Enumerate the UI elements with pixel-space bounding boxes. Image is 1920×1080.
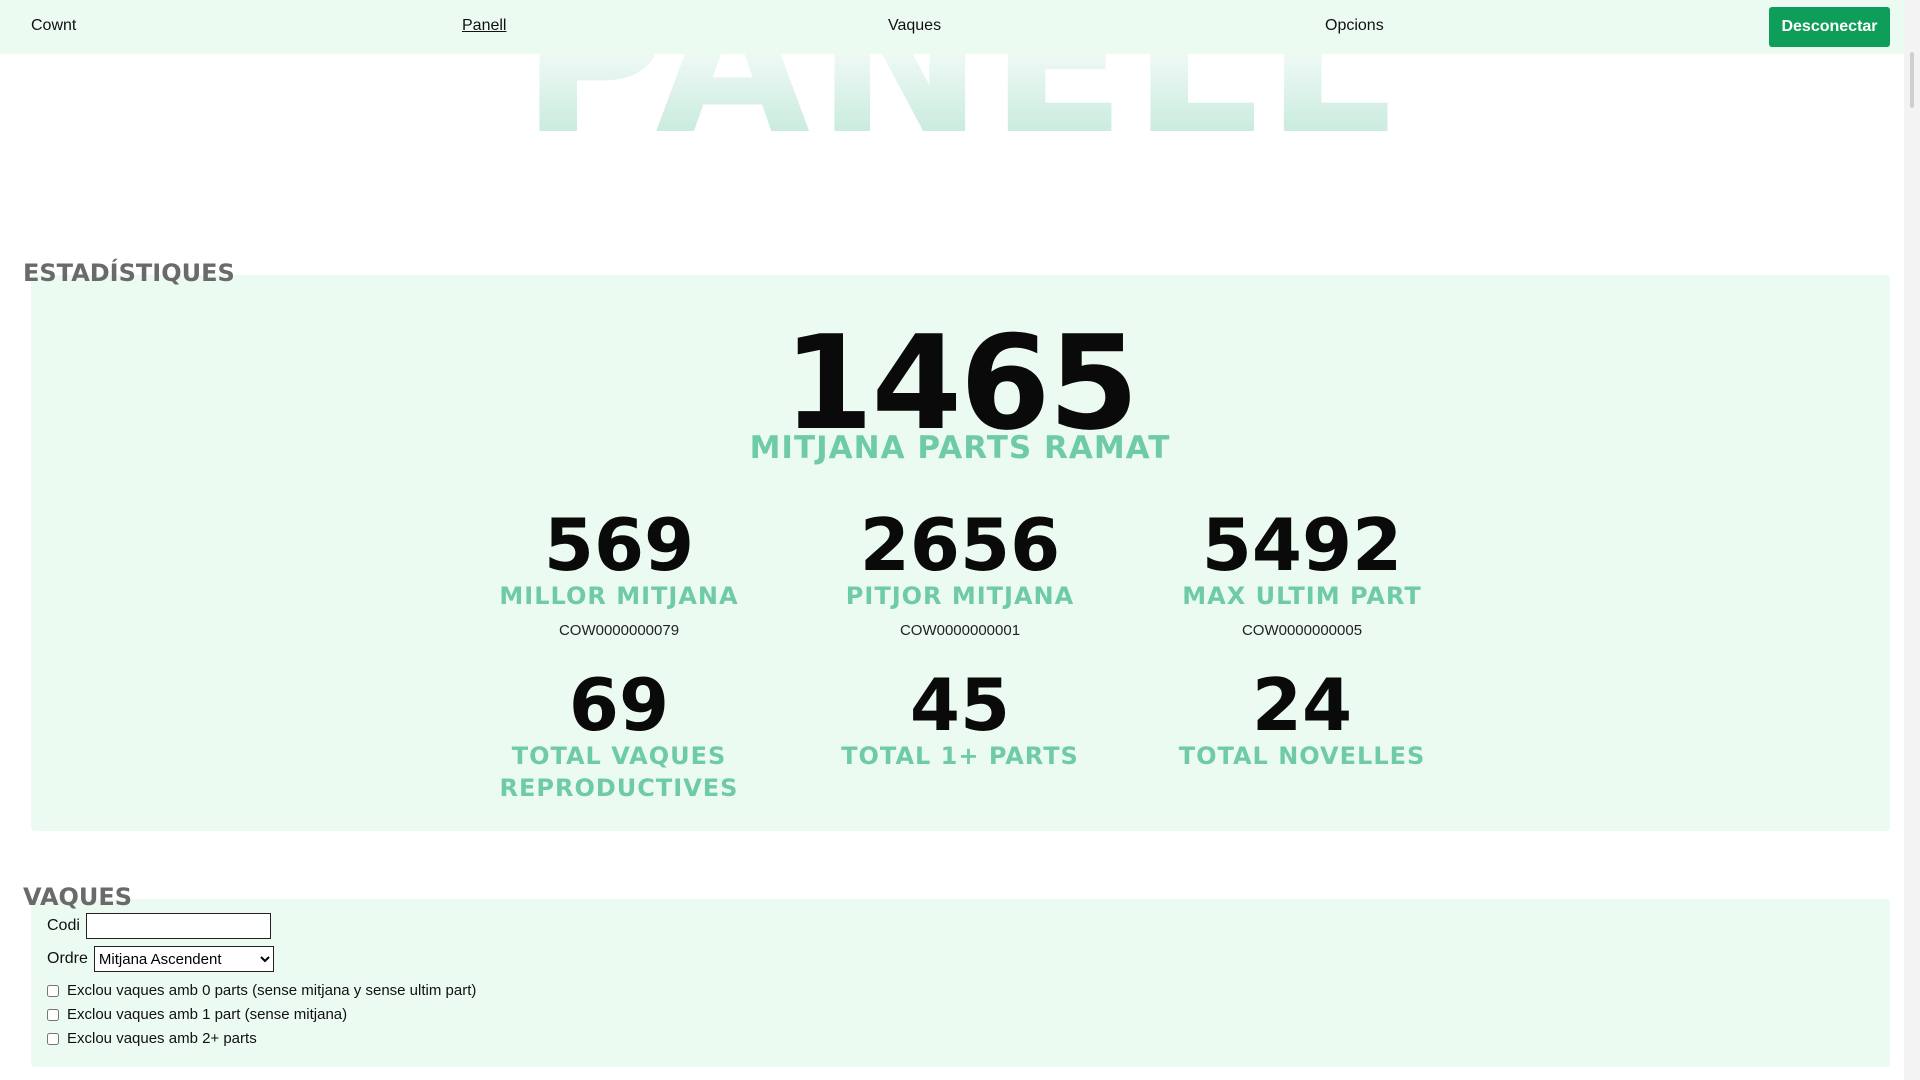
exclude-2plus-parts-checkbox[interactable] (47, 1032, 59, 1045)
exclude-0-parts-checkbox[interactable] (47, 984, 59, 997)
order-field-row: Ordre Mitjana Ascendent (47, 946, 274, 972)
nav-panell-link[interactable]: Panell (462, 17, 506, 35)
stat-value: 69 (568, 663, 670, 747)
stat-card-best-average: 569 MILLOR MITJANA COW0000000079 (459, 503, 779, 639)
stat-card-worst-average: 2656 PITJOR MITJANA COW0000000001 (800, 503, 1120, 639)
exclude-1-part-label: Exclou vaques amb 1 part (sense mitjana) (67, 1006, 348, 1023)
order-select[interactable]: Mitjana Ascendent (93, 946, 274, 972)
stat-label: TOTAL 1+ PARTS (841, 742, 1079, 770)
stat-card-max-last-birth: 5492 MAX ULTIM PART COW0000000005 (1142, 503, 1462, 639)
exclude-0-parts-row: Exclou vaques amb 0 parts (sense mitjana… (47, 982, 476, 999)
order-label: Ordre (47, 950, 88, 967)
stat-value: 24 (1251, 663, 1353, 747)
nav-opcions-link[interactable]: Opcions (1325, 17, 1384, 35)
exclude-2plus-parts-row: Exclou vaques amb 2+ parts (47, 1030, 257, 1047)
stat-card-total-reproductive: 69 TOTAL VAQUES REPRODUCTIVES (459, 663, 779, 804)
stat-label: TOTAL VAQUES REPRODUCTIVES (499, 742, 739, 802)
stat-cow-code: COW0000000079 (558, 622, 680, 639)
exclude-1-part-checkbox[interactable] (47, 1008, 59, 1021)
scrollbar-thumb[interactable] (1910, 52, 1914, 108)
stat-label: TOTAL NOVELLES (1178, 742, 1426, 770)
exclude-2plus-parts-label: Exclou vaques amb 2+ parts (67, 1030, 257, 1047)
stat-label: MAX ULTIM PART (1182, 582, 1422, 610)
top-navbar: Cownt Panell Vaques Opcions Desconectar (0, 0, 1904, 54)
stat-value: 45 (909, 663, 1011, 747)
stat-cow-code: COW0000000005 (1241, 622, 1363, 639)
vaques-heading: VAQUES (23, 883, 133, 911)
stat-value: 5492 (1201, 503, 1403, 587)
stat-cow-code: COW0000000001 (899, 622, 1021, 639)
logout-button[interactable]: Desconectar (1769, 7, 1890, 47)
stats-heading: ESTADÍSTIQUES (23, 259, 235, 287)
main-stat-value: 1465 (783, 307, 1139, 459)
exclude-0-parts-label: Exclou vaques amb 0 parts (sense mitjana… (67, 982, 477, 999)
code-input[interactable] (85, 913, 271, 939)
brand-link[interactable]: Cownt (31, 17, 76, 35)
nav-vaques-link[interactable]: Vaques (888, 17, 941, 35)
stat-card-total-heifers: 24 TOTAL NOVELLES (1142, 663, 1462, 772)
stat-label: MILLOR MITJANA (499, 582, 739, 610)
main-stat-label: MITJANA PARTS RAMAT (749, 430, 1171, 466)
exclude-1-part-row: Exclou vaques amb 1 part (sense mitjana) (47, 1006, 347, 1023)
stat-card-total-1plus-births: 45 TOTAL 1+ PARTS (800, 663, 1120, 772)
stat-value: 569 (543, 503, 695, 587)
stat-label: PITJOR MITJANA (845, 582, 1075, 610)
code-field-row: Codi (47, 913, 271, 939)
code-label: Codi (47, 917, 80, 934)
page-scrollbar[interactable] (1904, 0, 1920, 1080)
stat-value: 2656 (859, 503, 1061, 587)
